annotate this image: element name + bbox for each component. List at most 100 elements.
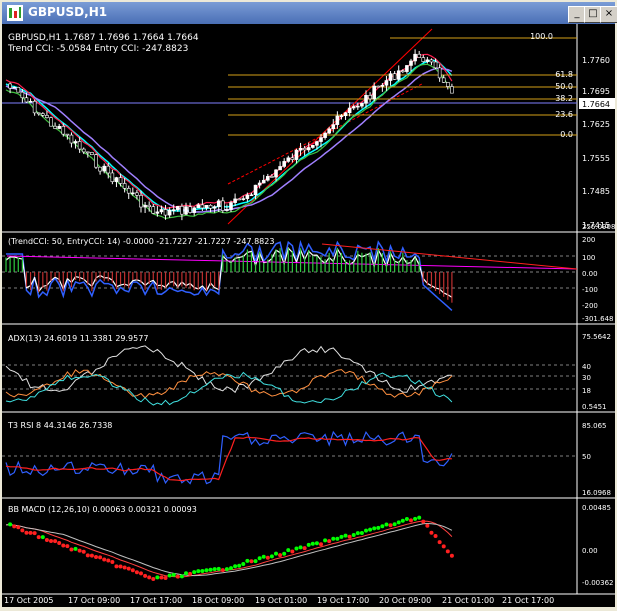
close-button[interactable]: × — [600, 6, 617, 23]
chart-area[interactable]: GBPUSD,H1 1.7687 1.7696 1.7664 1.7664 Tr… — [2, 24, 615, 607]
macd-dot — [118, 564, 123, 569]
candle-body — [323, 132, 327, 138]
cci-tick: 100 — [582, 254, 595, 262]
macd-dot — [298, 545, 303, 550]
candle-body — [151, 206, 156, 214]
macd-dot — [396, 520, 401, 525]
macd-dot — [81, 549, 86, 554]
macd-dot — [69, 547, 74, 552]
candle-body — [396, 70, 401, 80]
chart-canvas[interactable]: GBPUSD,H1 1.7687 1.7696 1.7664 1.7664 Tr… — [2, 24, 615, 607]
candle-body — [286, 157, 291, 162]
macd-dot — [449, 553, 454, 558]
candle-body — [278, 166, 282, 171]
candle-body — [65, 133, 70, 136]
macd-dot — [32, 531, 37, 536]
rsi-tick: 85.065 — [582, 422, 607, 430]
candle-body — [315, 141, 319, 146]
candle-body — [192, 207, 196, 213]
macd-dot — [114, 564, 119, 569]
candle-body — [86, 151, 90, 154]
candle-body — [208, 205, 213, 209]
macd-dot — [306, 542, 311, 547]
macd-dot — [229, 566, 233, 571]
macd-dot — [437, 540, 442, 545]
cci-tick: -301.648 — [582, 315, 613, 323]
time-tick: 21 Oct 17:00 — [502, 596, 554, 605]
macd-dot — [368, 527, 373, 532]
macd-dot — [179, 574, 184, 579]
macd-dot — [110, 560, 115, 565]
adx-minus-di-line — [5, 371, 453, 406]
candle-body — [331, 124, 336, 130]
time-tick: 20 Oct 09:00 — [379, 596, 431, 605]
macd-dot — [282, 551, 287, 556]
adx-tick: 30 — [582, 374, 591, 382]
macd-dot — [20, 528, 25, 533]
candle-body — [98, 166, 102, 172]
time-tick: 18 Oct 09:00 — [192, 596, 244, 605]
macd-dot — [445, 549, 450, 554]
candle-body — [437, 67, 442, 79]
macd-dot — [106, 558, 111, 563]
macd-dot — [200, 569, 205, 574]
candle-body — [282, 161, 286, 167]
macd-dot — [85, 553, 90, 558]
candle-body — [32, 100, 37, 114]
candle-body — [384, 80, 389, 86]
candle-body — [16, 87, 21, 93]
candle-body — [249, 194, 254, 197]
macd-dot — [188, 571, 193, 576]
macd-label: BB MACD (12,26,10) 0.00063 0.00321 0.000… — [8, 505, 197, 514]
adx-tick: 75.5642 — [582, 333, 611, 341]
candle-body — [401, 70, 405, 73]
price-tick: 1.7695 — [582, 87, 610, 96]
macd-dot — [175, 574, 180, 579]
adx-main-line — [5, 345, 452, 394]
macd-dot — [192, 570, 197, 575]
macd-dot — [151, 577, 156, 582]
candle-body — [24, 97, 29, 103]
candle-body — [225, 209, 229, 211]
fib-label-100: 100.0 — [530, 32, 553, 41]
macd-dot — [327, 539, 332, 544]
macd-dot — [44, 537, 49, 542]
candle-body — [311, 144, 315, 148]
macd-dot — [257, 556, 262, 561]
cci-tick: 200 — [582, 236, 595, 244]
chart-app-icon — [7, 5, 23, 21]
macd-dot — [384, 522, 389, 527]
candle-body — [392, 73, 397, 80]
macd-dot — [347, 534, 352, 539]
fibonacci-retracement[interactable] — [228, 37, 577, 136]
candle-body — [61, 126, 66, 135]
candle-body — [266, 176, 270, 181]
candle-body — [73, 141, 78, 144]
title-bar[interactable]: GBPUSD,H1 _ □ × — [2, 2, 617, 24]
macd-dot — [8, 522, 13, 527]
macd-dot — [294, 546, 299, 551]
candle-body — [290, 157, 295, 160]
candle-body — [339, 115, 344, 118]
macd-dot — [241, 561, 246, 566]
macd-dot — [249, 559, 254, 564]
macd-dot — [155, 575, 160, 580]
candle-body — [351, 106, 356, 109]
cci-entry-line — [6, 239, 453, 311]
candle-body — [233, 198, 237, 203]
macd-dot — [24, 530, 29, 535]
macd-dot — [400, 518, 405, 523]
candle-body — [417, 53, 421, 58]
candle-body — [270, 176, 274, 178]
macd-dot — [204, 568, 209, 573]
ma-red — [5, 53, 453, 210]
candle-body — [118, 177, 123, 184]
candle-body — [28, 100, 33, 103]
macd-dot — [40, 535, 45, 540]
candle-body — [245, 194, 250, 199]
macd-dot — [364, 528, 368, 533]
candle-body — [143, 204, 147, 208]
macd-dot — [421, 519, 426, 524]
candle-body — [298, 147, 303, 151]
candle-body — [450, 86, 454, 94]
